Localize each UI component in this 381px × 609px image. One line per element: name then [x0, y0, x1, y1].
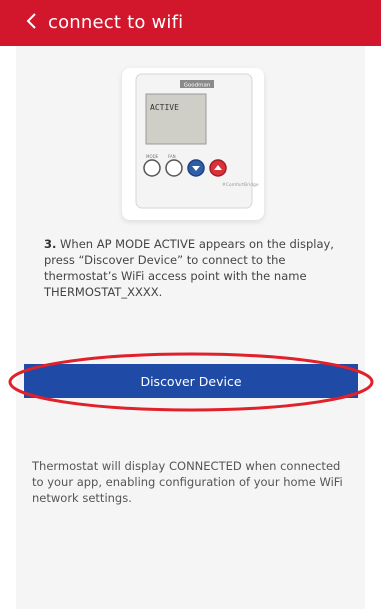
brand-label: Goodman [184, 83, 211, 89]
mode-button [143, 159, 161, 177]
lcd-display-text: ACTIVE [150, 103, 179, 112]
app-header: connect to wifi [0, 0, 381, 46]
chevron-left-icon [25, 11, 39, 35]
discover-device-button[interactable]: Discover Device [24, 364, 358, 398]
page-title: connect to wifi [48, 12, 184, 33]
lcd-display [145, 93, 207, 145]
thermostat-image: Goodman ACTIVE MODE FAN #ComfortBridge [122, 68, 264, 220]
svg-text:FAN: FAN [168, 154, 176, 159]
discover-device-label: Discover Device [140, 373, 242, 389]
connect-to-wifi-screen: connect to wifi Goodman ACTIVE MODE FAN … [0, 0, 381, 609]
connection-info-text: Thermostat will display CONNECTED when c… [32, 459, 343, 505]
step-number: 3. [44, 237, 57, 251]
back-button[interactable] [20, 8, 44, 38]
device-footer-label: #ComfortBridge [222, 182, 259, 188]
fan-button [165, 159, 183, 177]
instruction-text: 3. When AP MODE ACTIVE appears on the di… [44, 236, 334, 300]
main-content: Goodman ACTIVE MODE FAN #ComfortBridge 3… [16, 46, 365, 609]
instruction-body: When AP MODE ACTIVE appears on the displ… [44, 237, 334, 299]
svg-text:MODE: MODE [146, 154, 159, 159]
